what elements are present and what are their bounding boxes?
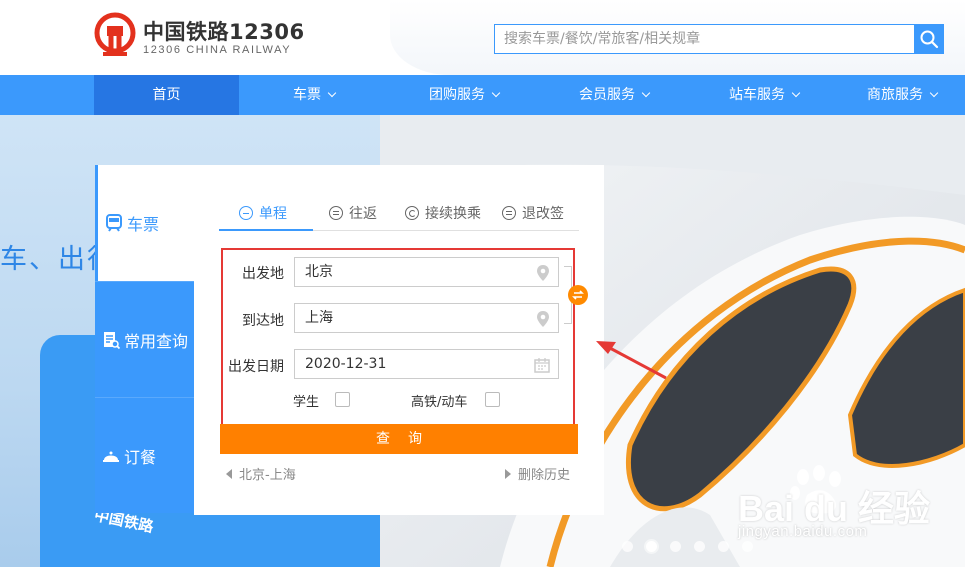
refresh-circle-icon <box>405 206 419 220</box>
trip-tab-one-way[interactable]: 单程 <box>239 203 287 223</box>
location-pin-icon <box>537 311 549 327</box>
ticket-search-panel: 单程 往返 接续换乘 退改签 出发地 北京 到达地 上海 出发日期 2020-1… <box>194 165 604 515</box>
swap-icon <box>572 290 584 300</box>
side-tab-common-query[interactable]: 常用查询 <box>95 281 194 397</box>
nav-item-home[interactable]: 首页 <box>94 75 239 115</box>
brand-subtitle: 12306 CHINA RAILWAY <box>143 44 292 56</box>
booking-side-tabs: 车票 常用查询 订餐 <box>95 165 194 515</box>
calendar-icon <box>534 358 550 373</box>
delete-history-button[interactable]: 删除历史 <box>505 464 570 483</box>
side-tab-label: 订餐 <box>124 447 157 467</box>
watermark-url: jingyan.baidu.com <box>738 523 868 540</box>
to-station-input[interactable]: 上海 <box>294 303 559 333</box>
departure-date-value: 2020-12-31 <box>305 356 387 372</box>
search-input[interactable]: 搜索车票/餐饮/常旅客/相关规章 <box>494 24 914 54</box>
search-icon <box>920 30 939 49</box>
carousel-dot[interactable] <box>718 541 729 552</box>
student-checkbox[interactable] <box>335 392 350 407</box>
highspeed-checkbox[interactable] <box>485 392 500 407</box>
chevron-down-icon <box>929 88 939 98</box>
annotation-arrow-icon <box>596 341 667 380</box>
carousel-dot[interactable] <box>694 541 705 552</box>
carousel-dots <box>622 541 766 552</box>
meal-icon <box>103 451 119 462</box>
nav-item-member-service[interactable]: 会员服务 <box>539 75 689 115</box>
history-route-link[interactable]: 北京-上海 <box>226 464 296 483</box>
departure-date-label: 出发日期 <box>228 359 284 375</box>
query-button[interactable]: 查询 <box>220 424 578 454</box>
nav-item-label: 商旅服务 <box>867 87 923 103</box>
train-icon <box>106 214 122 232</box>
trip-tab-label: 接续换乘 <box>425 206 481 222</box>
trip-tab-round-trip[interactable]: 往返 <box>329 203 377 223</box>
from-station-value: 北京 <box>305 264 333 280</box>
list-circle-icon <box>502 206 516 220</box>
active-tab-underline <box>219 229 313 231</box>
delete-history-text: 删除历史 <box>518 468 571 483</box>
equal-circle-icon <box>329 206 343 220</box>
main-nav: 首页 车票 团购服务 会员服务 站车服务 商旅服务 <box>0 75 965 115</box>
nav-item-tickets[interactable]: 车票 <box>239 75 389 115</box>
highspeed-label: 高铁/动车 <box>411 395 468 410</box>
trip-tab-refund-change[interactable]: 退改签 <box>502 203 564 223</box>
trip-tab-label: 单程 <box>259 206 287 222</box>
chevron-down-icon <box>791 88 801 98</box>
side-tab-meal[interactable]: 订餐 <box>95 397 194 513</box>
triangle-right-icon <box>505 468 511 479</box>
nav-item-group-service[interactable]: 团购服务 <box>389 75 539 115</box>
student-label: 学生 <box>293 395 320 410</box>
carousel-dot-active[interactable] <box>646 541 657 552</box>
trip-tab-label: 退改签 <box>522 206 564 222</box>
side-tab-tickets[interactable]: 车票 <box>95 165 194 281</box>
side-tab-label: 常用查询 <box>124 331 189 351</box>
to-station-label: 到达地 <box>242 313 284 329</box>
triangle-left-icon <box>226 468 232 479</box>
chevron-down-icon <box>327 88 337 98</box>
nav-item-label: 首页 <box>152 87 181 103</box>
nav-item-label: 车票 <box>293 87 321 103</box>
location-pin-icon <box>537 265 549 281</box>
chevron-down-icon <box>491 88 501 98</box>
side-tab-label: 车票 <box>127 215 160 234</box>
to-station-value: 上海 <box>305 310 333 326</box>
nav-item-label: 团购服务 <box>429 87 485 103</box>
nav-item-business-service[interactable]: 商旅服务 <box>839 75 965 115</box>
trip-tab-label: 往返 <box>349 206 377 222</box>
history-route-text: 北京-上海 <box>239 468 296 483</box>
from-station-input[interactable]: 北京 <box>294 257 559 287</box>
carousel-dot[interactable] <box>670 541 681 552</box>
search-button[interactable] <box>914 24 944 54</box>
trip-tab-transfer[interactable]: 接续换乘 <box>405 203 481 223</box>
railway-logo-icon[interactable] <box>93 12 137 58</box>
site-header: 中国铁路12306 12306 CHINA RAILWAY 搜索车票/餐饮/常旅… <box>0 0 965 75</box>
nav-item-label: 会员服务 <box>579 87 635 103</box>
swap-stations-button[interactable] <box>568 285 588 305</box>
carousel-dot[interactable] <box>742 541 753 552</box>
trip-type-tabs: 单程 往返 接续换乘 退改签 <box>219 203 579 231</box>
from-station-label: 出发地 <box>242 266 284 282</box>
chevron-down-icon <box>641 88 651 98</box>
minus-circle-icon <box>239 206 253 220</box>
departure-date-input[interactable]: 2020-12-31 <box>294 349 559 379</box>
document-search-icon <box>104 331 121 349</box>
nav-item-label: 站车服务 <box>729 87 785 103</box>
carousel-dot[interactable] <box>622 541 633 552</box>
brand-title[interactable]: 中国铁路12306 <box>143 16 305 46</box>
nav-item-station-service[interactable]: 站车服务 <box>689 75 839 115</box>
